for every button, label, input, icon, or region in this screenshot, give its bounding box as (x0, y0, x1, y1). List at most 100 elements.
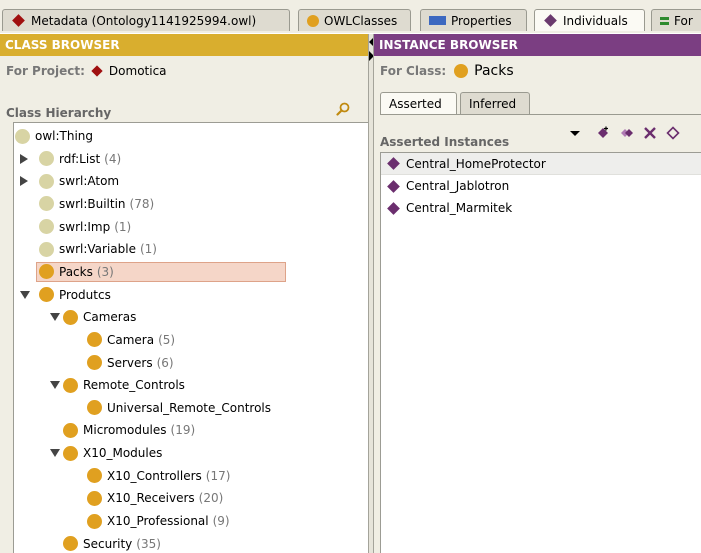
tab-bar: Metadata (Ontology1141925994.owl) OWLCla… (0, 0, 701, 33)
tree-row[interactable]: Camera (5) (87, 330, 175, 350)
tree-row[interactable]: X10_Modules (63, 443, 162, 463)
tree-row[interactable]: swrl:Atom (39, 171, 119, 191)
class-circle-icon (39, 219, 54, 235)
tab-label: Metadata (Ontology1141925994.owl) (31, 13, 257, 28)
tree-row[interactable]: Cameras (63, 307, 136, 327)
class-circle-icon (87, 490, 102, 506)
tree-node-count: (35) (136, 536, 161, 551)
tree-node-label: owl:Thing (35, 129, 94, 143)
class-circle-icon (63, 536, 78, 552)
tree-node-label: X10_Receivers (107, 491, 195, 506)
tree-row[interactable]: Security (35) (63, 534, 161, 553)
class-circle-icon (87, 513, 102, 529)
tree-node-label: swrl:Builtin (59, 196, 126, 211)
class-circle-icon (454, 64, 469, 78)
class-circle-icon (63, 377, 78, 393)
individual-diamond-icon (387, 201, 400, 215)
tree-node-count: (17) (205, 468, 231, 483)
tree-row[interactable]: owl:Thing (15, 126, 93, 146)
tree-node-label: Universal_Remote_Controls (107, 400, 272, 415)
instance-list: Central_HomeProtector Central_Jablotron Ce… (380, 152, 701, 553)
tree-expanded-icon[interactable] (50, 381, 60, 390)
copy-instance-icon[interactable] (620, 126, 634, 140)
class-circle-icon (63, 445, 78, 461)
tree-row[interactable]: X10_Professional (9) (87, 511, 230, 531)
tree-expanded-icon[interactable] (50, 313, 60, 322)
tab-metadata[interactable]: Metadata (Ontology1141925994.owl) (2, 9, 290, 31)
for-class-label: For Class: (380, 64, 447, 78)
create-instance-icon[interactable] (596, 126, 610, 140)
instance-browser-panel: INSTANCE BROWSER For Class: Packs Assert… (373, 34, 701, 553)
class-circle-icon (39, 196, 54, 212)
tree-row[interactable]: X10_Receivers (20) (87, 488, 223, 508)
delete-instance-icon[interactable] (643, 126, 657, 140)
tab-label: Individuals (563, 13, 628, 28)
individual-diamond-icon (387, 157, 400, 170)
tree-node-label: X10_Modules (83, 446, 163, 461)
tree-node-label: rdf:List (59, 151, 101, 166)
project-diamond-icon (91, 65, 103, 77)
tree-row[interactable]: Remote_Controls (63, 375, 185, 395)
tree-row[interactable]: Packs (3) (36, 261, 286, 282)
tree-node-label: swrl:Variable (59, 242, 136, 257)
class-circle-icon (39, 264, 54, 280)
view-instance-icon[interactable] (666, 126, 680, 140)
tab-properties[interactable]: Properties (420, 9, 527, 31)
class-circle-icon (39, 287, 54, 303)
tree-node-count: (19) (170, 423, 196, 438)
dropdown-arrow-icon[interactable] (568, 126, 582, 140)
property-rect-icon (429, 16, 446, 25)
tree-node-label: Remote_Controls (83, 378, 185, 393)
tree-node-count: (20) (198, 491, 224, 506)
tree-node-label: Cameras (83, 310, 137, 325)
tree-node-label: swrl:Imp (59, 219, 111, 234)
tab-individuals[interactable]: Individuals (534, 9, 645, 31)
tree-node-label: Servers (107, 355, 153, 370)
tree-row[interactable]: X10_Controllers (17) (87, 466, 230, 486)
tab-inferred[interactable]: Inferred (460, 92, 530, 115)
tree-node-count: (9) (212, 514, 230, 529)
class-browser-panel: CLASS BROWSER For Project: Domotica Clas… (0, 34, 369, 553)
tree-expanded-icon[interactable] (20, 290, 30, 299)
individual-diamond-icon (544, 14, 557, 27)
tab-owlclasses[interactable]: OWLClasses (298, 9, 411, 31)
search-icon[interactable] (336, 102, 350, 116)
tree-row[interactable]: swrl:Builtin (78) (39, 194, 154, 214)
list-item[interactable]: Central_Jablotron (381, 175, 701, 197)
class-circle-icon (39, 173, 54, 189)
class-browser-header: CLASS BROWSER (0, 34, 368, 56)
for-project-row: For Project: Domotica (6, 64, 167, 78)
project-name: Domotica (108, 64, 167, 78)
tree-expanded-icon[interactable] (50, 449, 60, 458)
tree-node-label: X10_Controllers (107, 468, 202, 483)
class-hierarchy-label: Class Hierarchy (6, 106, 112, 120)
class-circle-icon (307, 14, 319, 27)
instance-name: Central_Marmitek (406, 201, 513, 215)
tree-row[interactable]: Universal_Remote_Controls (87, 398, 271, 418)
tab-asserted[interactable]: Asserted (380, 92, 457, 115)
class-circle-icon (87, 332, 102, 348)
tree-node-label: Packs (59, 264, 93, 279)
tab-label: OWLClasses (324, 13, 398, 28)
tree-node-count: (3) (96, 264, 114, 279)
tree-row[interactable]: Servers (6) (87, 353, 174, 373)
tree-collapsed-icon[interactable] (20, 153, 28, 164)
tree-row[interactable]: Micromodules (19) (63, 420, 195, 440)
instance-browser-header: INSTANCE BROWSER (374, 34, 701, 56)
tree-row[interactable]: Produtcs (39, 285, 111, 305)
for-project-label: For Project: (6, 64, 85, 78)
list-item[interactable]: Central_HomeProtector (381, 153, 701, 175)
tab-forms[interactable]: For (651, 9, 701, 31)
tree-row[interactable]: swrl:Imp (1) (39, 217, 131, 237)
tree-node-count: (4) (104, 151, 122, 166)
tree-row[interactable]: rdf:List (4) (39, 149, 121, 169)
list-item[interactable]: Central_Marmitek (381, 197, 701, 219)
individual-diamond-icon (387, 179, 400, 193)
for-class-row: For Class: Packs (380, 63, 514, 79)
tree-node-label: Produtcs (59, 287, 111, 302)
tree-row[interactable]: swrl:Variable (1) (39, 239, 157, 259)
tree-node-count: (1) (114, 219, 132, 234)
tree-collapsed-icon[interactable] (20, 176, 28, 187)
tree-node-count: (6) (156, 355, 174, 370)
tab-label: Properties (451, 13, 512, 28)
